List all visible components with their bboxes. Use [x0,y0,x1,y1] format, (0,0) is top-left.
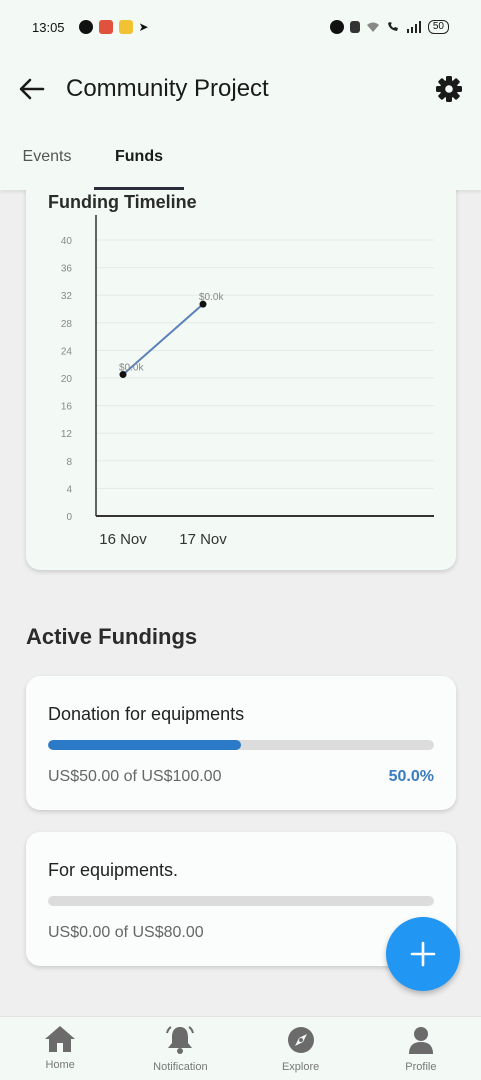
y-tick-label: 40 [61,236,73,247]
nav-label: Home [45,1059,75,1071]
y-tick-label: 0 [66,512,72,523]
y-tick-label: 16 [61,402,73,413]
funding-progress-fill [48,740,241,750]
data-label: $0.0k [119,363,144,374]
nav-label: Explore [281,1061,320,1073]
battery-indicator: 50 [427,20,449,34]
y-tick-label: 20 [61,374,73,385]
nav-explore[interactable]: Explore [241,1017,361,1080]
tab-bar: Events Funds [0,124,481,190]
wifi-icon [366,22,379,32]
arrow-left-icon [19,78,45,100]
person-icon [408,1027,433,1054]
plus-icon [410,941,436,967]
y-tick-label: 24 [61,346,73,357]
y-tick-label: 8 [66,457,72,468]
x-tick-label: 17 Nov [179,531,227,548]
y-tick-label: 4 [66,484,72,495]
tab-funds[interactable]: Funds [94,124,184,190]
status-bar: 13:05 ➤ 50 [0,0,481,54]
app-notification-icon [78,20,93,34]
y-tick-label: 36 [61,264,73,275]
y-tick-label: 32 [61,291,73,302]
active-fundings-title: Active Fundings [26,624,198,649]
telegram-icon: ➤ [138,20,149,34]
app-notification-icon [118,20,133,34]
funding-progress-bar [48,740,434,750]
vibrate-icon [349,21,360,33]
add-funding-button[interactable] [386,917,460,991]
call-icon [387,22,398,31]
nav-label: Profile [405,1061,437,1073]
funding-timeline-card: Funding Timeline 0 4 8 12 16 20 24 28 32 36 40 16 N… [26,190,456,570]
gear-icon [436,76,462,102]
bell-icon [166,1026,195,1054]
y-tick-label: 28 [61,319,73,330]
funding-amount: US$50.00 of US$100.00 [48,768,222,785]
back-button[interactable] [16,73,48,105]
home-icon [45,1026,76,1052]
app-notification-icon [98,20,113,34]
funding-name: Donation for equipments [48,704,245,724]
funds-content[interactable]: Funding Timeline 0 4 8 12 16 20 24 28 32 36 40 16 N… [0,190,481,1016]
bottom-navigation: Home Notification Explore Profile [0,1016,481,1080]
alarm-icon [329,20,344,34]
x-tick-label: 16 Nov [99,531,147,548]
funding-timeline-chart: 0 4 8 12 16 20 24 28 32 36 40 16 Nov 17 Nov $0.0k $0.0… [61,215,434,548]
funding-name: For equipments. [48,860,179,880]
funding-percent: 50.0% [388,768,434,785]
signal-icon [406,21,421,33]
funding-progress-bar [48,896,434,906]
tab-events[interactable]: Events [0,124,94,190]
nav-label: Notification [153,1061,208,1073]
page-title: Community Project [66,75,269,102]
data-label: $0.0k [199,292,224,303]
nav-profile[interactable]: Profile [361,1017,481,1080]
funding-amount: US$0.00 of US$80.00 [48,924,204,941]
app-bar: Community Project [0,54,481,124]
nav-notification[interactable]: Notification [120,1017,240,1080]
compass-icon [287,1027,314,1053]
funding-card[interactable]: Donation for equipments US$50.00 of US$1… [26,676,456,810]
y-tick-label: 12 [61,429,73,440]
settings-button[interactable] [433,73,465,105]
nav-home[interactable]: Home [0,1017,120,1080]
status-time: 13:05 [32,19,65,35]
